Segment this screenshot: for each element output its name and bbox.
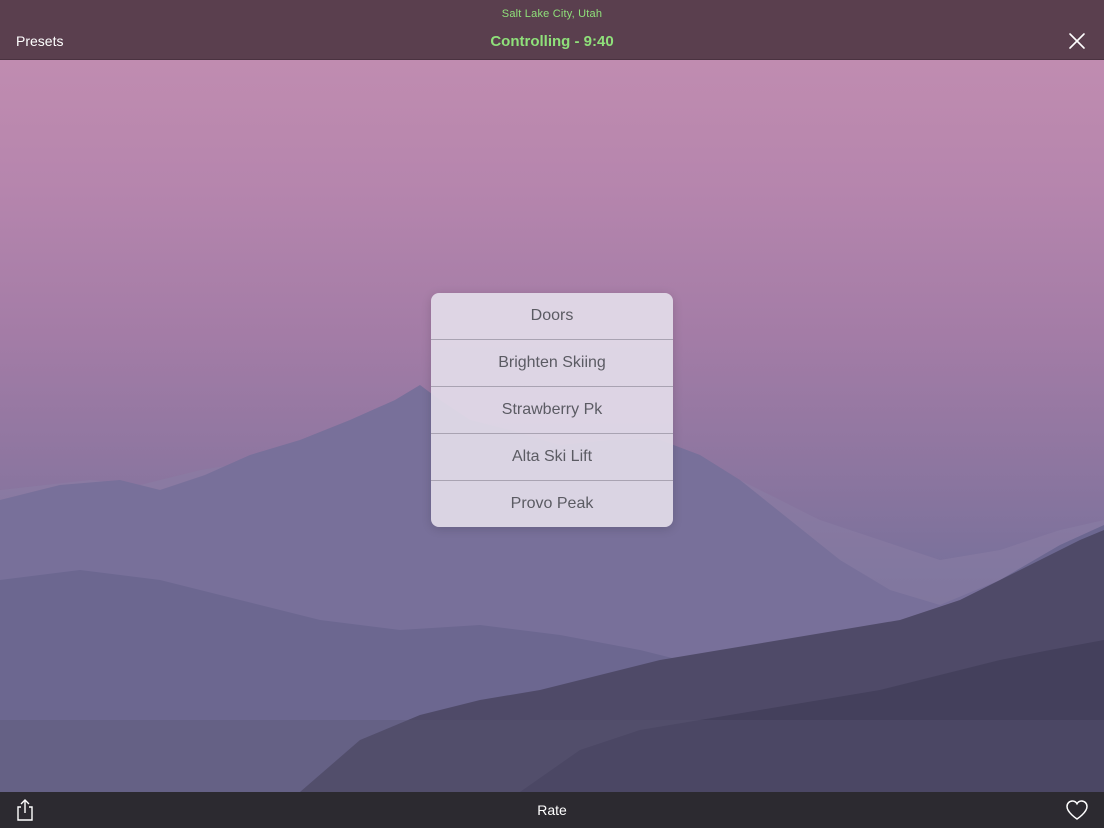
close-icon[interactable] [1066, 30, 1088, 52]
preset-item-doors[interactable]: Doors [431, 293, 673, 340]
control-status-title: Controlling - 9:40 [490, 33, 614, 50]
top-navigation-bar: Salt Lake City, Utah Controlling - 9:40 … [0, 0, 1104, 60]
rate-button[interactable]: Rate [522, 802, 582, 818]
preset-item-strawberry-pk[interactable]: Strawberry Pk [431, 387, 673, 434]
preset-item-provo-peak[interactable]: Provo Peak [431, 481, 673, 527]
share-icon[interactable] [14, 798, 36, 822]
bottom-toolbar: Rate [0, 792, 1104, 828]
preset-item-brighten-skiing[interactable]: Brighten Skiing [431, 340, 673, 387]
preset-item-alta-ski-lift[interactable]: Alta Ski Lift [431, 434, 673, 481]
heart-icon[interactable] [1064, 797, 1090, 823]
presets-button[interactable]: Presets [16, 33, 63, 49]
webcam-viewer: Salt Lake City, Utah Controlling - 9:40 … [0, 0, 1104, 828]
presets-menu: Doors Brighten Skiing Strawberry Pk Alta… [431, 293, 673, 527]
location-subtitle: Salt Lake City, Utah [501, 8, 603, 20]
